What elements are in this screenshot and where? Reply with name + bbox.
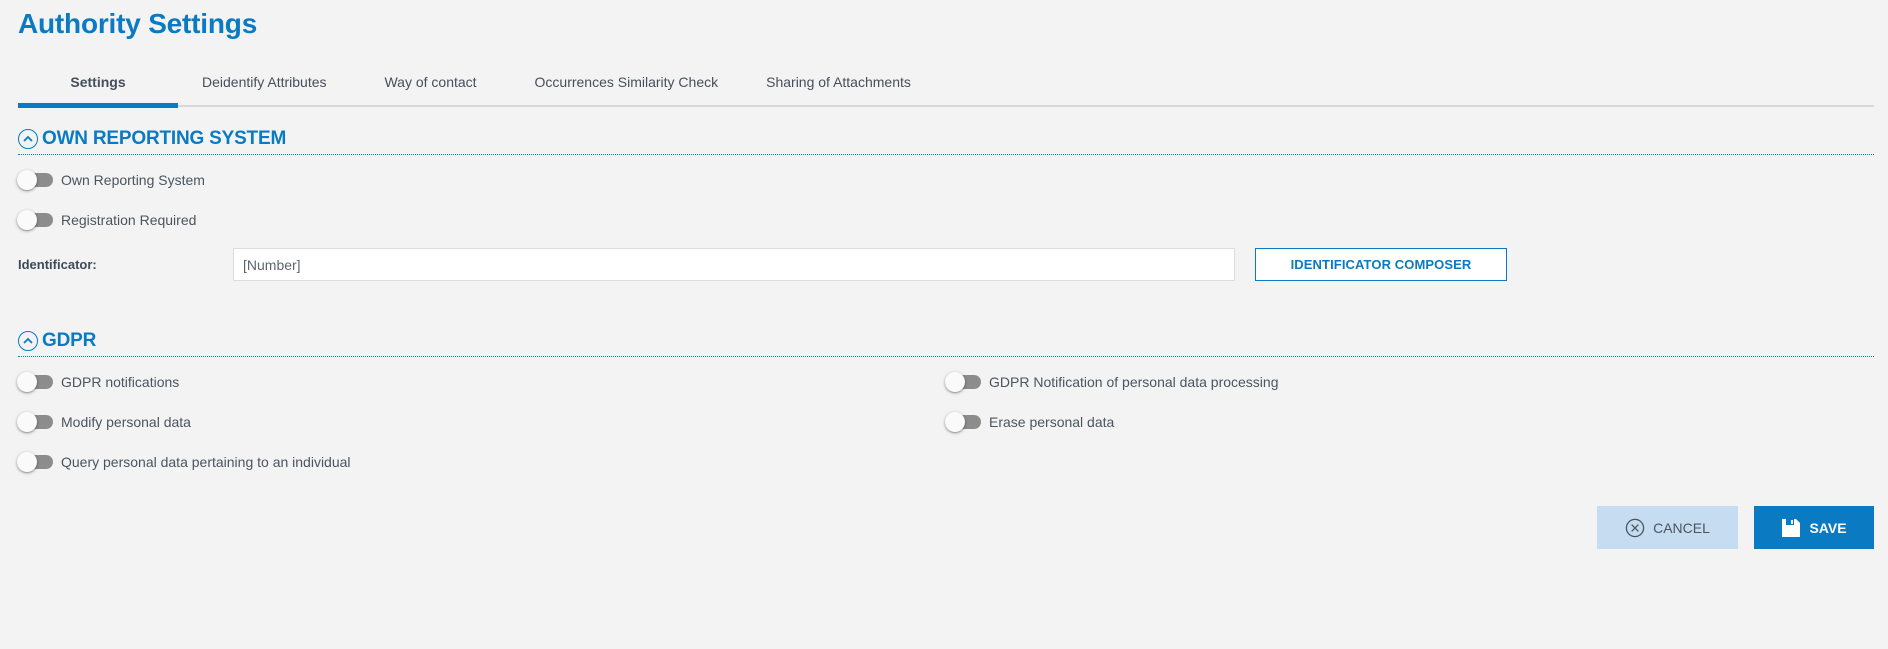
toggle-thumb <box>17 452 37 472</box>
toggle-row-query-personal-data: Query personal data pertaining to an ind… <box>17 450 351 474</box>
toggle-row-gdpr-notifications: GDPR notifications <box>17 370 179 394</box>
toggle-thumb <box>17 372 37 392</box>
gdpr-notification-processing-toggle[interactable] <box>945 370 983 394</box>
toggle-label: Modify personal data <box>61 414 191 430</box>
toggle-label: Own Reporting System <box>61 172 205 188</box>
own-reporting-system-toggle[interactable] <box>17 168 55 192</box>
toggle-label: Registration Required <box>61 212 197 228</box>
tab-way-of-contact[interactable]: Way of contact <box>351 64 511 106</box>
section-header-own-reporting: OWN REPORTING SYSTEM <box>18 127 1874 155</box>
identificator-label: Identificator: <box>18 257 97 272</box>
identificator-input[interactable] <box>233 248 1235 281</box>
toggle-label: GDPR Notification of personal data proce… <box>989 374 1279 390</box>
toggle-label: Query personal data pertaining to an ind… <box>61 454 351 470</box>
toggle-label: GDPR notifications <box>61 374 180 390</box>
tab-bar: Settings Deidentify Attributes Way of co… <box>18 64 1874 108</box>
identificator-composer-button[interactable]: IDENTIFICATOR COMPOSER <box>1255 248 1507 281</box>
gdpr-notifications-toggle[interactable] <box>17 370 55 394</box>
section-title: OWN REPORTING SYSTEM <box>42 127 287 149</box>
cancel-label: CANCEL <box>1653 519 1710 536</box>
tab-deidentify-attributes[interactable]: Deidentify Attributes <box>178 64 351 106</box>
close-circle-icon <box>1625 518 1645 538</box>
tab-occurrences-similarity-check[interactable]: Occurrences Similarity Check <box>511 64 743 106</box>
toggle-thumb <box>17 412 37 432</box>
section-header-gdpr: GDPR <box>18 329 1874 357</box>
toggle-row-modify-personal-data: Modify personal data <box>17 410 191 434</box>
save-label: SAVE <box>1809 519 1847 536</box>
toggle-label: Erase personal data <box>989 414 1115 430</box>
toggle-row-erase-personal-data: Erase personal data <box>945 410 1114 434</box>
tab-sharing-of-attachments[interactable]: Sharing of Attachments <box>742 64 935 106</box>
chevron-up-circle-icon[interactable] <box>18 330 38 351</box>
registration-required-toggle[interactable] <box>17 208 55 232</box>
authority-settings-page: Authority Settings Settings Deidentify A… <box>0 0 1888 649</box>
query-personal-data-toggle[interactable] <box>17 450 55 474</box>
erase-personal-data-toggle[interactable] <box>945 410 983 434</box>
toggle-thumb <box>17 170 37 190</box>
save-button[interactable]: SAVE <box>1754 506 1874 549</box>
modify-personal-data-toggle[interactable] <box>17 410 55 434</box>
toggle-thumb <box>945 372 965 392</box>
tab-settings[interactable]: Settings <box>18 64 178 108</box>
page-title: Authority Settings <box>18 8 258 39</box>
toggle-row-own-reporting-system: Own Reporting System <box>17 168 205 192</box>
floppy-disk-icon <box>1781 518 1801 538</box>
toggle-row-registration-required: Registration Required <box>17 208 196 232</box>
cancel-button[interactable]: CANCEL <box>1597 506 1738 549</box>
toggle-row-gdpr-notification-processing: GDPR Notification of personal data proce… <box>945 370 1278 394</box>
section-title: GDPR <box>42 329 97 351</box>
chevron-up-circle-icon[interactable] <box>18 128 38 149</box>
toggle-thumb <box>17 210 37 230</box>
toggle-thumb <box>945 412 965 432</box>
